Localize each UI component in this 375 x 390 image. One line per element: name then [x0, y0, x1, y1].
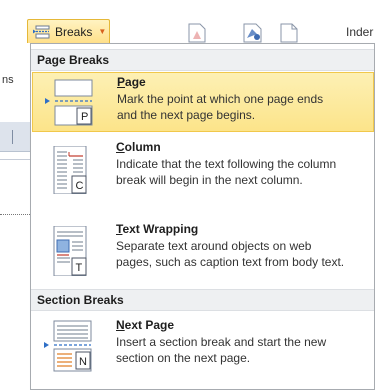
icon-letter-c: C [76, 180, 84, 192]
description-line: Indicate that the text following the col… [116, 157, 337, 171]
column-break-icon: C [53, 146, 87, 194]
description-line: break will begin in the next column. [116, 173, 303, 187]
ruler-fragment [0, 122, 30, 152]
menu-item-title: Text Wrapping [116, 222, 198, 236]
menu-item-column[interactable]: C Column Indicate that the text followin… [32, 134, 374, 202]
menu-item-title: Page [117, 75, 146, 89]
accelerator-key: N [116, 318, 125, 332]
breaks-dropdown-menu: Page Breaks P Page Mark the point at whi… [30, 43, 375, 390]
icon-letter-t: T [76, 262, 83, 274]
accelerator-key: C [116, 140, 125, 154]
dotted-separator [0, 214, 30, 215]
chevron-down-icon: ▼ [98, 27, 107, 36]
partial-text: ns [2, 74, 14, 86]
ribbon: Breaks ▼ Inder [0, 0, 375, 44]
section-header-page-breaks: Page Breaks [31, 49, 374, 71]
description-line: Insert a section break and start the new [116, 335, 327, 349]
description-line: and the next page begins. [117, 108, 256, 122]
indent-label: Inder [346, 25, 374, 39]
description-line: pages, such as caption text from body te… [116, 255, 345, 269]
menu-item-description: Mark the point at which one page ends and… [117, 91, 367, 123]
description-line: Separate text around objects on web [116, 239, 312, 253]
page-color-icon[interactable] [243, 23, 263, 43]
description-line: section on the next page. [116, 351, 251, 365]
page-break-icon: P [45, 79, 93, 126]
menu-item-description: Separate text around objects on web pages… [116, 238, 366, 270]
next-page-icon: N [44, 320, 92, 372]
page-borders-icon[interactable] [280, 23, 298, 43]
section-header-section-breaks: Section Breaks [31, 289, 374, 311]
divider-line [0, 159, 30, 160]
breaks-button[interactable]: Breaks ▼ [27, 19, 110, 43]
text-wrapping-icon: T [53, 226, 87, 276]
menu-item-page[interactable]: P Page Mark the point at which one page … [32, 72, 374, 132]
menu-item-title: Column [116, 140, 161, 154]
watermark-icon[interactable] [188, 23, 206, 43]
menu-item-description: Indicate that the text following the col… [116, 156, 366, 188]
accelerator-key: P [117, 75, 126, 89]
menu-item-title: Next Page [116, 318, 174, 332]
menu-item-title-rest: ext Wrapping [122, 222, 199, 236]
description-line: Mark the point at which one page ends [117, 92, 324, 106]
menu-item-description: Insert a section break and start the new… [116, 334, 366, 366]
menu-item-title-rest: olumn [124, 140, 161, 154]
breaks-icon [33, 25, 50, 38]
ruler-tick [12, 130, 13, 144]
menu-item-title-rest: ext Page [124, 318, 175, 332]
menu-item-text-wrapping[interactable]: T Text Wrapping Separate text around obj… [32, 216, 374, 286]
icon-letter-p: P [81, 111, 88, 123]
icon-letter-n: N [79, 356, 87, 368]
menu-item-next-page[interactable]: N Next Page Insert a section break and s… [32, 314, 374, 378]
menu-item-title-rest: age [125, 75, 146, 89]
breaks-button-label: Breaks [55, 24, 93, 39]
